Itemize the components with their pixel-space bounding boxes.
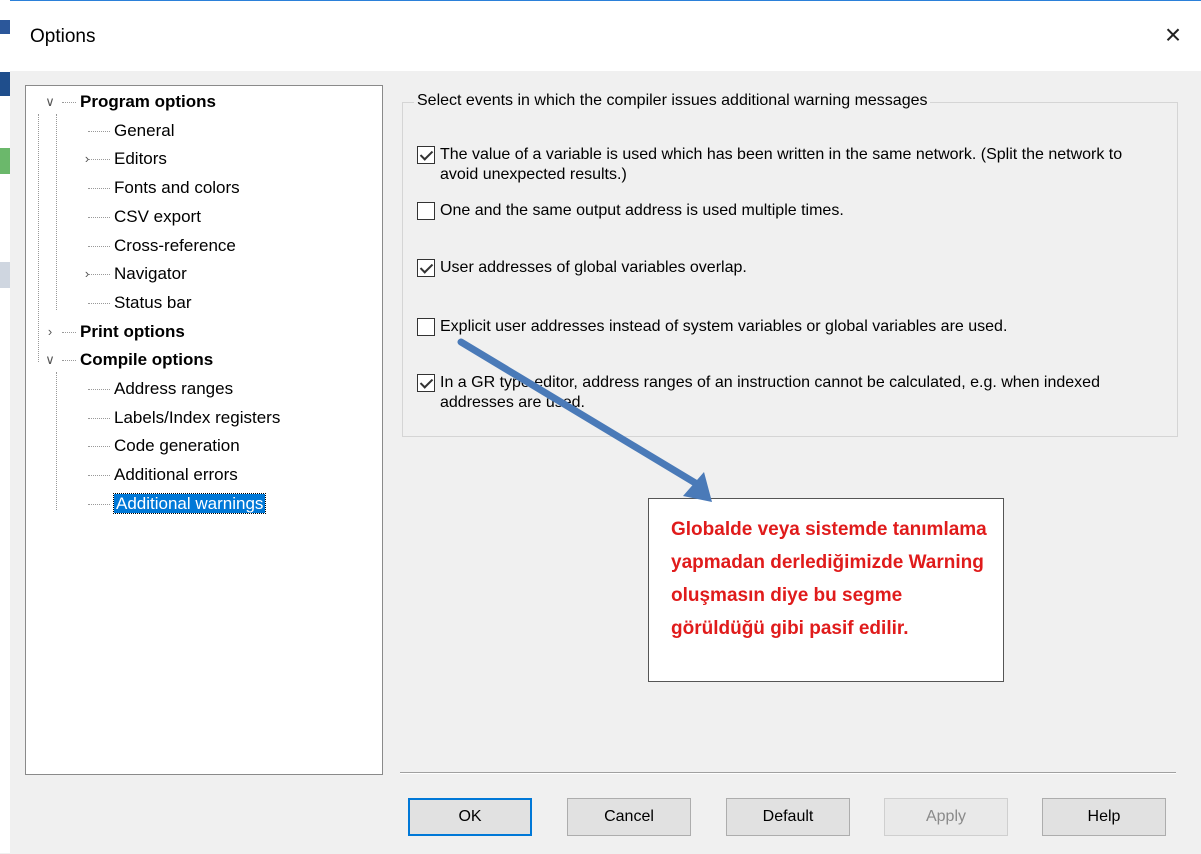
help-button[interactable]: Help [1042,798,1166,836]
tree-item-fonts-and-colors[interactable]: Fonts and colors [114,175,240,201]
close-icon[interactable]: × [1155,17,1191,53]
tree-item-label: Compile options [80,350,214,370]
tree-item-label: Address ranges [114,379,234,398]
default-button[interactable]: Default [726,798,850,836]
tree-connector [88,389,110,390]
chevron-right-icon[interactable]: › [80,151,94,166]
option-label: Explicit user addresses instead of syste… [440,318,1008,335]
tree-item-additional-warnings[interactable]: Additional warnings [112,491,267,517]
tree-connector [88,417,110,419]
tree-item-address-ranges[interactable]: Address ranges [114,376,233,402]
background-window-strip-block [0,262,10,288]
tree-item-label: Labels/Index registers [114,407,281,427]
tree-item-label: Cross-reference [114,235,236,255]
checkbox[interactable] [417,146,435,164]
tree-connector [38,114,39,362]
chevron-right-icon[interactable]: › [80,266,94,281]
tree-item-label: Fonts and colors [114,178,240,198]
tree-item-status-bar[interactable]: Status bar [114,290,192,316]
tree-item-label: Status bar [114,292,192,312]
tree-connector [88,446,110,448]
tree-item-print-options[interactable]: Print options [80,319,185,345]
tree-item-label: Code generation [114,436,240,456]
tree-connector [88,503,110,505]
tree-connector [62,102,76,103]
option-label: In a GR type editor, address ranges of a… [440,374,1100,411]
tree-item-code-generation[interactable]: Code generation [114,433,240,459]
annotation-callout: Globalde veya sistemde tanımlama yapmada… [648,498,1004,682]
tree-connector [62,360,76,362]
warnings-group-caption: Select events in which the compiler issu… [414,92,931,110]
tree-connector [88,130,110,132]
option-label: The value of a variable is used which ha… [440,146,1123,183]
tree-item-label: General [114,120,175,140]
tree-connector [56,114,57,310]
option-label: User addresses of global variables overl… [440,259,747,276]
tree-connector [88,188,110,190]
tree-item-navigator[interactable]: Navigator [114,261,187,287]
tree-item-label: Navigator [114,264,187,284]
chevron-down-icon[interactable]: ∨ [43,94,57,110]
tree-connector [62,331,76,333]
checkbox[interactable] [417,259,435,277]
tree-connector [88,245,110,247]
tree-connector [88,475,110,477]
tree-item-compile-options[interactable]: Compile options [80,347,213,373]
tree-item-label: Additional warnings [112,492,267,514]
background-window-strip-block [0,20,10,34]
annotation-text: Globalde veya sistemde tanımlama yapmada… [671,519,987,639]
tree-item-label: Print options [80,321,185,341]
checkbox[interactable] [417,374,435,392]
tree-item-general[interactable]: General [114,118,174,144]
tree-item-label: Editors [114,149,167,169]
tree-item-csv-export[interactable]: CSV export [114,204,201,230]
option-label: One and the same output address is used … [440,202,844,219]
chevron-down-icon[interactable]: ∨ [43,352,57,368]
tree-item-program-options[interactable]: Program options [80,89,216,115]
background-window-strip-block [0,72,10,96]
checkbox[interactable] [417,202,435,220]
chevron-right-icon[interactable]: › [43,324,57,339]
tree-connector [56,372,57,510]
tree-connector [88,216,110,218]
tree-item-labels-index-registers[interactable]: Labels/Index registers [114,405,280,431]
button-separator [400,772,1176,774]
ok-button[interactable]: OK [408,798,532,836]
tree-item-label: CSV export [114,206,201,226]
title-bar: Options × [10,1,1201,71]
tree-item-cross-reference[interactable]: Cross-reference [114,233,236,259]
checkbox[interactable] [417,318,435,336]
tree-item-additional-errors[interactable]: Additional errors [114,462,238,488]
dialog-title: Options [30,26,96,47]
tree-item-editors[interactable]: Editors [114,146,167,172]
apply-button: Apply [884,798,1008,836]
tree-item-label: Additional errors [114,465,238,485]
tree-item-label: Program options [80,92,217,111]
background-window-strip-block [0,148,10,174]
cancel-button[interactable]: Cancel [567,798,691,836]
tree-connector [88,302,110,304]
